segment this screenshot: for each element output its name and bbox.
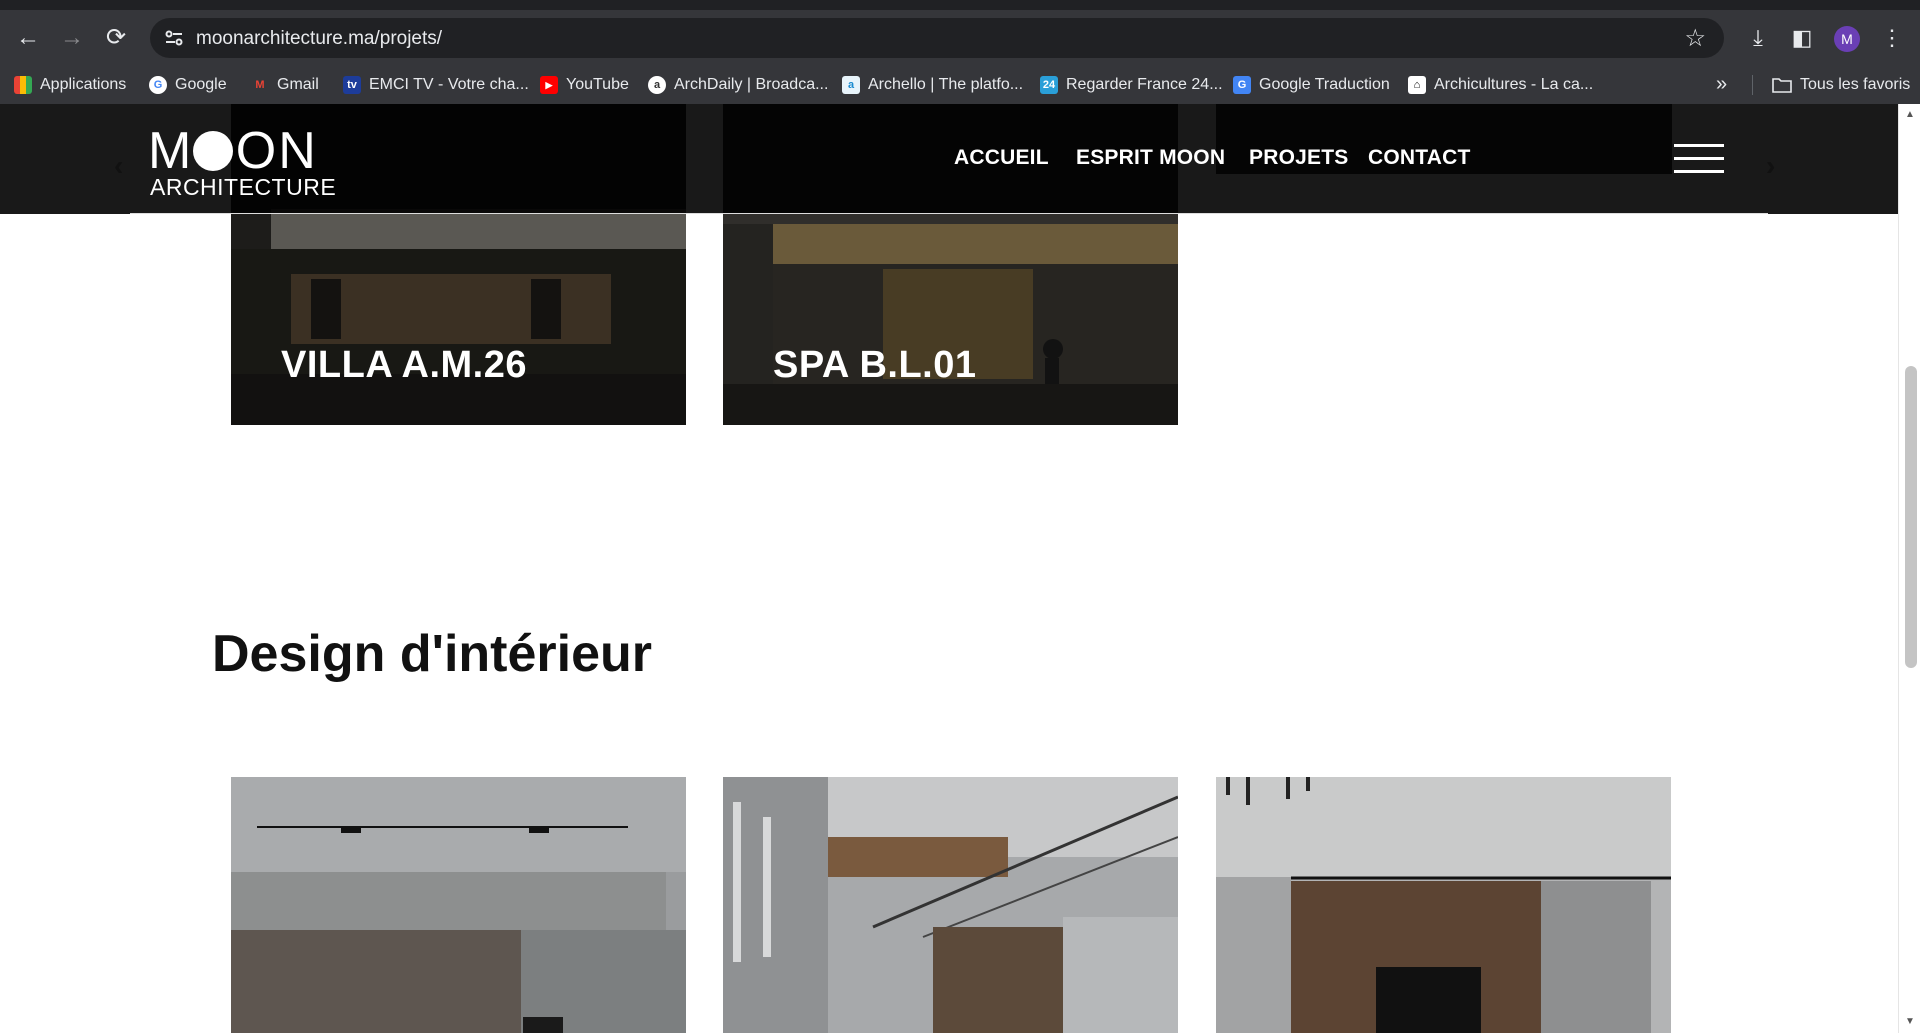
folder-icon	[1772, 77, 1792, 93]
archdaily-icon: a	[648, 75, 666, 94]
youtube-icon: ▶	[540, 75, 558, 94]
bookmark-youtube[interactable]: ▶ YouTube	[540, 65, 629, 104]
interior-card-kitchen[interactable]	[231, 777, 686, 1033]
google-icon: G	[149, 75, 167, 94]
bookmarks-divider	[1752, 75, 1753, 95]
bookmark-google[interactable]: G Google	[149, 65, 227, 104]
forward-icon[interactable]: →	[56, 22, 88, 54]
profile-avatar[interactable]: M	[1834, 26, 1860, 52]
project-title: SPA B.L.01	[773, 344, 977, 386]
bookmark-label: Archicultures - La ca...	[1434, 75, 1594, 93]
bookmark-archdaily[interactable]: a ArchDaily | Broadca...	[648, 65, 828, 104]
nav-contact[interactable]: CONTACT	[1368, 146, 1471, 170]
hall-render-image	[723, 777, 1178, 1033]
browser-menu-icon[interactable]: ⋮	[1876, 22, 1908, 54]
bookmark-label: Google Traduction	[1259, 75, 1390, 93]
bookmark-label: Regarder France 24...	[1066, 75, 1223, 93]
moon-circle-icon	[193, 131, 233, 171]
bookmark-france24[interactable]: 24 Regarder France 24...	[1040, 65, 1223, 104]
gmail-icon: M	[255, 78, 265, 91]
address-bar[interactable]: moonarchitecture.ma/projets/ ☆	[150, 18, 1724, 58]
emci-tv-icon: tv	[343, 75, 361, 94]
nav-esprit-moon[interactable]: ESPRIT MOON	[1076, 146, 1225, 170]
chevron-right-icon[interactable]: ›	[1766, 150, 1775, 182]
bookmark-label: EMCI TV - Votre cha...	[369, 75, 529, 93]
bookmark-label: Gmail	[277, 75, 319, 93]
section-title: Design d'intérieur	[212, 625, 652, 683]
interior-card-living[interactable]	[1216, 777, 1671, 1033]
back-icon[interactable]: ←	[12, 22, 44, 54]
bookmarks-overflow-icon[interactable]: »	[1716, 65, 1727, 104]
google-translate-icon: G	[1233, 75, 1251, 94]
bookmark-applications[interactable]: Applications	[14, 65, 126, 104]
project-title: VILLA A.M.26	[281, 344, 527, 386]
bookmark-emci-tv[interactable]: tv EMCI TV - Votre cha...	[343, 65, 529, 104]
scroll-up-icon[interactable]: ▲	[1905, 110, 1915, 120]
all-bookmarks[interactable]: Tous les favoris	[1772, 65, 1910, 104]
bookmark-star-icon[interactable]: ☆	[1684, 24, 1706, 53]
site-settings-icon[interactable]	[162, 26, 186, 50]
bookmark-google-translate[interactable]: G Google Traduction	[1233, 65, 1390, 104]
scroll-down-icon[interactable]: ▼	[1905, 1017, 1915, 1027]
header-divider	[130, 213, 1768, 214]
bookmark-label: ArchDaily | Broadca...	[674, 75, 829, 93]
bookmark-archicultures[interactable]: ⌂ Archicultures - La ca...	[1408, 65, 1593, 104]
scrollbar-thumb[interactable]	[1905, 366, 1917, 668]
france24-icon: 24	[1040, 75, 1058, 94]
bookmark-gmail[interactable]: M Gmail	[251, 65, 319, 104]
bookmarks-bar: Applications G Google M Gmail tv EMCI TV…	[0, 65, 1920, 104]
kitchen-render-image	[231, 777, 686, 1033]
page-scrollbar[interactable]: ▲ ▼	[1898, 104, 1920, 1033]
site-header: ‹ MOON ARCHITECTURE ACCUEIL ESPRIT MOON …	[0, 104, 1898, 214]
bookmark-label: Archello | The platfo...	[868, 75, 1024, 93]
browser-toolbar: ← → ⟳ moonarchitecture.ma/projets/ ☆ ⤓ ◧…	[0, 10, 1920, 65]
download-icon[interactable]: ⤓	[1742, 22, 1774, 54]
side-panel-icon[interactable]: ◧	[1786, 22, 1818, 54]
chevron-left-icon[interactable]: ‹	[114, 150, 123, 182]
archicultures-icon: ⌂	[1408, 75, 1426, 94]
apps-grid-icon	[14, 75, 32, 94]
web-page: VILLA A.M.26 SPA B.L.01 ‹ MOON ARCHITECT…	[0, 104, 1898, 1033]
url-text[interactable]: moonarchitecture.ma/projets/	[196, 28, 442, 50]
nav-projets[interactable]: PROJETS	[1249, 146, 1348, 170]
living-render-image	[1216, 777, 1671, 1033]
site-logo[interactable]: MOON ARCHITECTURE	[148, 125, 336, 200]
logo-subtitle: ARCHITECTURE	[150, 174, 337, 200]
reload-icon[interactable]: ⟳	[100, 22, 132, 54]
interior-card-hall[interactable]	[723, 777, 1178, 1033]
tab-strip	[0, 0, 1920, 10]
archello-icon: a	[842, 75, 860, 94]
bookmark-archello[interactable]: a Archello | The platfo...	[842, 65, 1023, 104]
bookmark-label: Applications	[40, 75, 127, 93]
bookmark-label: Tous les favoris	[1800, 75, 1911, 93]
hamburger-menu-icon[interactable]	[1674, 144, 1724, 174]
bookmark-label: YouTube	[566, 75, 629, 93]
nav-accueil[interactable]: ACCUEIL	[954, 146, 1049, 170]
bookmark-label: Google	[175, 75, 227, 93]
